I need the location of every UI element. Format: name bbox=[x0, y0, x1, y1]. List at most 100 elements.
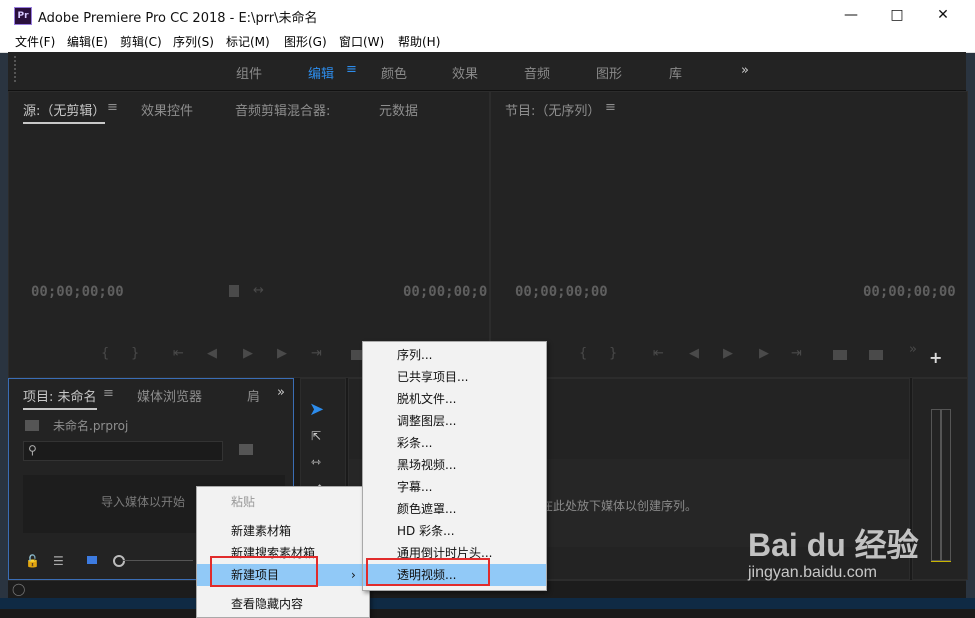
button-editor-icon[interactable]: » bbox=[909, 342, 917, 357]
mark-out-icon[interactable]: } bbox=[131, 346, 139, 361]
menu-bar: 文件(F) 编辑(E) 剪辑(C) 序列(S) 标记(M) 图形(G) 窗口(W… bbox=[0, 30, 975, 53]
menu-help[interactable]: 帮助(H) bbox=[398, 33, 440, 50]
program-mark-in-icon[interactable]: { bbox=[579, 346, 587, 361]
timeline-drop-hint: 在此处放下媒体以创建序列。 bbox=[541, 499, 698, 513]
source-monitor-panel: 源:（无剪辑） ≡ 效果控件 音频剪辑混合器: 元数据 00;00;00;00 … bbox=[8, 91, 490, 378]
workspace-tab-assembly[interactable]: 组件 bbox=[236, 63, 262, 82]
audio-meter-level bbox=[931, 561, 951, 562]
project-context-menu: 粘贴 新建素材箱 新建搜索素材箱 新建项目 › 查看隐藏内容 bbox=[196, 486, 370, 618]
import-media-hint: 导入媒体以开始 bbox=[101, 495, 186, 509]
zoom-slider-track[interactable] bbox=[123, 560, 193, 561]
maximize-button[interactable]: □ bbox=[874, 0, 920, 30]
panel-overflow-icon[interactable]: » bbox=[277, 385, 285, 400]
premiere-app-icon: Pr bbox=[14, 7, 32, 25]
source-timecode-current[interactable]: 00;00;00;00 bbox=[31, 284, 124, 300]
minimize-icon: — bbox=[844, 7, 858, 23]
submenu-item-adjustment-layer[interactable]: 调整图层... bbox=[363, 410, 546, 432]
menu-file[interactable]: 文件(F) bbox=[15, 33, 55, 50]
play-icon[interactable]: ▶ bbox=[243, 346, 253, 361]
new-bin-from-search-icon[interactable] bbox=[239, 444, 253, 455]
zoom-slider-handle[interactable] bbox=[113, 555, 125, 567]
annotation-box-new-item bbox=[210, 556, 318, 587]
program-monitor-panel: 节目:（无序列） ≡ 00;00;00;00 00;00;00;00 { } ⇤… bbox=[490, 91, 968, 378]
mark-in-icon[interactable]: { bbox=[101, 346, 109, 361]
workspace-tab-libraries[interactable]: 库 bbox=[669, 63, 682, 82]
workspace-tab-editing[interactable]: 编辑 bbox=[308, 63, 334, 82]
submenu-item-sequence[interactable]: 序列... bbox=[363, 344, 546, 366]
menu-sequence[interactable]: 序列(S) bbox=[173, 33, 214, 50]
tab-program[interactable]: 节目:（无序列） bbox=[505, 100, 600, 119]
desktop-edge-left bbox=[0, 0, 8, 609]
program-go-to-out-icon[interactable]: ⇥ bbox=[791, 346, 802, 361]
go-to-in-icon[interactable]: ⇤ bbox=[173, 346, 184, 361]
workspace-tab-effects[interactable]: 效果 bbox=[452, 63, 478, 82]
tab-program-menu-icon[interactable]: ≡ bbox=[605, 100, 616, 115]
program-play-icon[interactable]: ▶ bbox=[723, 346, 733, 361]
tab-media-browser[interactable]: 媒体浏览器 bbox=[137, 386, 202, 405]
minimize-button[interactable]: — bbox=[828, 0, 874, 30]
menu-marker[interactable]: 标记(M) bbox=[226, 33, 270, 50]
title-bar: Pr Adobe Premiere Pro CC 2018 - E:\prr\未… bbox=[0, 0, 975, 30]
submenu-item-offline-file[interactable]: 脱机文件... bbox=[363, 388, 546, 410]
close-button[interactable]: ✕ bbox=[920, 0, 966, 30]
tab-truncated[interactable]: 肩 bbox=[247, 386, 260, 405]
workspace-tab-graphics[interactable]: 图形 bbox=[596, 63, 622, 82]
go-to-out-icon[interactable]: ⇥ bbox=[311, 346, 322, 361]
tab-project[interactable]: 项目: 未命名 bbox=[23, 386, 97, 410]
baidu-watermark-url: jingyan.baidu.com bbox=[748, 564, 877, 581]
window-title: Adobe Premiere Pro CC 2018 - E:\prr\未命名 bbox=[38, 11, 318, 26]
lift-icon[interactable] bbox=[833, 350, 847, 360]
selection-tool-icon[interactable]: ➤ bbox=[309, 399, 324, 420]
submenu-item-captions[interactable]: 字幕... bbox=[363, 476, 546, 498]
menu-graphics[interactable]: 图形(G) bbox=[284, 33, 327, 50]
project-file-name: 未命名.prproj bbox=[53, 419, 129, 433]
project-search-input[interactable]: ⚲ bbox=[23, 441, 223, 461]
workspace-tab-color[interactable]: 颜色 bbox=[381, 63, 407, 82]
tab-audio-clip-mixer[interactable]: 音频剪辑混合器: bbox=[235, 100, 330, 119]
icon-view-icon[interactable] bbox=[87, 556, 97, 564]
submenu-item-black-video[interactable]: 黑场视频... bbox=[363, 454, 546, 476]
menu-edit[interactable]: 编辑(E) bbox=[67, 33, 108, 50]
workspace-more-button[interactable]: » bbox=[741, 63, 749, 78]
tab-source-menu-icon[interactable]: ≡ bbox=[107, 100, 118, 115]
program-go-to-in-icon[interactable]: ⇤ bbox=[653, 346, 664, 361]
status-icon: ◯ bbox=[12, 582, 26, 596]
add-button-icon[interactable]: + bbox=[929, 348, 942, 367]
workspace-menu-icon[interactable]: ≡ bbox=[346, 62, 357, 77]
step-forward-icon[interactable]: ▶ bbox=[277, 346, 287, 361]
tab-metadata[interactable]: 元数据 bbox=[379, 100, 418, 119]
baidu-watermark-logo: Bai du 经验 bbox=[748, 527, 919, 563]
lock-icon[interactable]: 🔓 bbox=[25, 554, 40, 568]
new-item-submenu: 序列... 已共享项目... 脱机文件... 调整图层... 彩条... 黑场视… bbox=[362, 341, 547, 591]
ripple-edit-tool-icon[interactable]: ⇿ bbox=[311, 455, 321, 469]
program-mark-out-icon[interactable]: } bbox=[609, 346, 617, 361]
workspace-tab-audio[interactable]: 音频 bbox=[524, 63, 550, 82]
program-timecode-duration: 00;00;00;00 bbox=[863, 284, 956, 300]
drag-video-icon[interactable] bbox=[229, 285, 239, 297]
menu-clip[interactable]: 剪辑(C) bbox=[120, 33, 162, 50]
tab-source[interactable]: 源:（无剪辑） bbox=[23, 100, 106, 124]
tab-project-menu-icon[interactable]: ≡ bbox=[103, 386, 114, 401]
step-back-icon[interactable]: ◀ bbox=[207, 346, 217, 361]
submenu-item-bars-tone[interactable]: 彩条... bbox=[363, 432, 546, 454]
tab-effect-controls[interactable]: 效果控件 bbox=[141, 100, 193, 119]
program-step-forward-icon[interactable]: ▶ bbox=[759, 346, 769, 361]
audio-meter-right bbox=[941, 409, 951, 561]
program-step-back-icon[interactable]: ◀ bbox=[689, 346, 699, 361]
submenu-item-shared-project[interactable]: 已共享项目... bbox=[363, 366, 546, 388]
workspace-bar: 组件 编辑 ≡ 颜色 效果 音频 图形 库 » bbox=[8, 52, 966, 91]
list-view-icon[interactable]: ☰ bbox=[53, 554, 64, 568]
menu-window[interactable]: 窗口(W) bbox=[339, 33, 384, 50]
drag-audio-icon[interactable]: ↔ bbox=[253, 283, 264, 298]
menu-item-view-hidden[interactable]: 查看隐藏内容 bbox=[197, 593, 369, 615]
annotation-box-transparent-video bbox=[366, 558, 490, 586]
audio-meter-left bbox=[931, 409, 941, 561]
program-timecode-current[interactable]: 00;00;00;00 bbox=[515, 284, 608, 300]
menu-item-new-bin[interactable]: 新建素材箱 bbox=[197, 520, 369, 542]
submenu-item-hd-bars[interactable]: HD 彩条... bbox=[363, 520, 546, 542]
menu-item-paste[interactable]: 粘贴 bbox=[197, 491, 369, 513]
grip-handle[interactable] bbox=[14, 56, 16, 84]
submenu-item-color-matte[interactable]: 颜色遮罩... bbox=[363, 498, 546, 520]
track-select-tool-icon[interactable]: ⇱ bbox=[311, 429, 321, 443]
extract-icon[interactable] bbox=[869, 350, 883, 360]
